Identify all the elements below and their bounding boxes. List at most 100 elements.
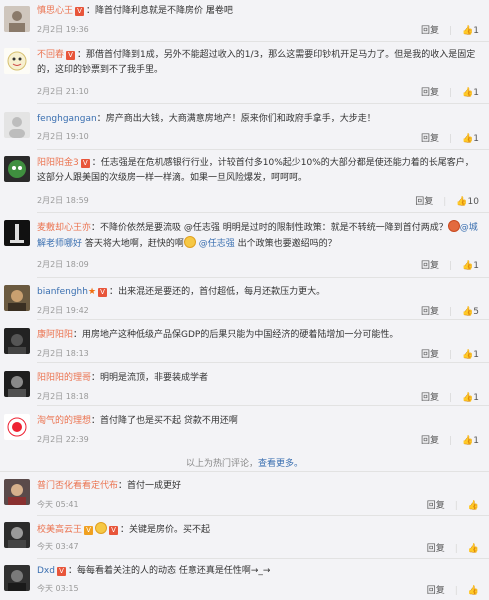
- timestamp: 2月2日 19:10: [37, 132, 89, 141]
- like-button[interactable]: 👍: [468, 544, 479, 554]
- timestamp: 今天 03:47: [37, 542, 79, 551]
- avatar[interactable]: [4, 479, 30, 505]
- avatar[interactable]: [4, 112, 30, 138]
- comment-item: 阳阳阳的理哥：明明是流顶，非要装成学者 2月2日 18:18 回复 | 👍1: [0, 363, 489, 406]
- like-count: 1: [473, 261, 479, 271]
- like-count: 1: [473, 134, 479, 144]
- divider: [0, 471, 489, 472]
- emoji-icon: [447, 220, 460, 232]
- timestamp: 今天 03:15: [37, 584, 79, 593]
- avatar[interactable]: [4, 285, 30, 311]
- avatar[interactable]: [4, 220, 30, 246]
- action-divider: |: [449, 436, 453, 446]
- comment-item: Dxd V ：每每看着关注的人的动态 任意还真是任性啊→_→ 今天 03:15 回复…: [0, 559, 489, 600]
- username[interactable]: 淘气的的理想: [37, 416, 91, 426]
- comment-line: Dxd V ：每每看着关注的人的动态 任意还真是任性啊→_→: [37, 566, 271, 576]
- username[interactable]: 慎思心王: [37, 6, 73, 16]
- comment-item: fenghgangan：房产商出大钱，大商满意房地产！原来你们和政府手拿手，大步…: [0, 104, 489, 150]
- username[interactable]: 普门否化看看定代布: [37, 481, 118, 491]
- reply-button[interactable]: 回复: [427, 583, 445, 596]
- like-button[interactable]: 👍: [468, 586, 479, 596]
- avatar[interactable]: [4, 6, 30, 32]
- username[interactable]: bianfenghh: [37, 287, 88, 297]
- like-button[interactable]: 👍: [468, 501, 479, 511]
- emoji-icon: [183, 236, 196, 248]
- comment-item: 阳阳阳金3 V ：任志强是在危机感银行行业，计较首付多10%起少10%的大部分都是使…: [0, 150, 489, 213]
- comment-actions: 回复 | 👍: [427, 583, 479, 596]
- divider: [37, 212, 489, 213]
- timestamp: 2月2日 22:39: [37, 435, 89, 444]
- reply-button[interactable]: 回复: [421, 304, 439, 317]
- username[interactable]: 康阿阳阳: [37, 330, 73, 340]
- reply-button[interactable]: 回复: [427, 541, 445, 554]
- timestamp: 2月2日 18:18: [37, 392, 89, 401]
- like-button[interactable]: 👍5: [462, 307, 479, 317]
- like-button[interactable]: 👍1: [462, 350, 479, 360]
- like-count: 1: [473, 26, 479, 36]
- comment-line: 阳阳阳金3 V ：任志强是在危机感银行行业，计较首付多10%起少10%的大部分都是使…: [37, 158, 474, 183]
- timestamp: 2月2日 18:13: [37, 349, 89, 358]
- vip-badge-icon: V: [56, 567, 66, 576]
- like-button[interactable]: 👍10: [456, 197, 479, 207]
- comment-text: 房产商出大钱，大商满意房地产！原来你们和政府手拿手，大步走！: [105, 114, 376, 124]
- comment-text: 不降价依然是要流吸 @任志强 明明是过时的限制性政策：就是不转统一降到首付两成？: [100, 223, 448, 233]
- username[interactable]: 校美高云王: [37, 525, 82, 535]
- notice-text: 以上为热门评论，: [185, 459, 258, 469]
- reply-button[interactable]: 回复: [421, 390, 439, 403]
- comment-actions: 回复 | 👍: [427, 541, 479, 554]
- comment-line: 慎思心王 V ：降首付降利息就是不降房价 屠卷吧: [37, 6, 233, 16]
- reply-button[interactable]: 回复: [421, 23, 439, 36]
- vip-badge-icon: V: [84, 526, 94, 535]
- username[interactable]: 阳阳阳的理哥: [37, 373, 91, 383]
- action-divider: |: [449, 88, 453, 98]
- avatar[interactable]: [4, 328, 30, 354]
- comment-actions: 回复 | 👍1: [421, 131, 479, 144]
- comment-actions: 回复 | 👍: [427, 498, 479, 511]
- like-button[interactable]: 👍1: [462, 134, 479, 144]
- username[interactable]: 麦敷却心王亦: [37, 223, 91, 233]
- comment-text: 每每看着关注的人的动态 任意还真是任性啊→_→: [77, 566, 271, 576]
- thumbs-up-icon: 👍: [462, 88, 474, 98]
- avatar[interactable]: [4, 371, 30, 397]
- reply-button[interactable]: 回复: [427, 498, 445, 511]
- vip-badge-icon: V: [66, 51, 76, 60]
- action-divider: |: [449, 350, 453, 360]
- like-count: 1: [473, 350, 479, 360]
- like-button[interactable]: 👍1: [462, 26, 479, 36]
- reply-button[interactable]: 回复: [421, 258, 439, 271]
- reply-button[interactable]: 回复: [421, 85, 439, 98]
- like-button[interactable]: 👍1: [462, 261, 479, 271]
- like-count: 5: [473, 307, 479, 317]
- username[interactable]: Dxd: [37, 566, 55, 576]
- avatar[interactable]: [4, 414, 30, 440]
- thumbs-up-icon: 👍: [462, 134, 474, 144]
- thumbs-up-icon: 👍: [467, 586, 479, 596]
- comment-item: 麦敷却心王亦：不降价依然是要流吸 @任志强 明明是过时的限制性政策：就是不转统一…: [0, 214, 489, 278]
- username[interactable]: fenghgangan: [37, 114, 97, 124]
- thumbs-up-icon: 👍: [462, 261, 474, 271]
- username[interactable]: 阳阳阳金3: [37, 158, 79, 168]
- like-button[interactable]: 👍1: [462, 436, 479, 446]
- comment-item: 不回春 V ：那借首付降到1成，另外不能超过收入的1/3，那么这需要印钞机开足马力了…: [0, 42, 489, 104]
- avatar[interactable]: [4, 565, 30, 591]
- thumbs-up-icon: 👍: [467, 501, 479, 511]
- reply-button[interactable]: 回复: [415, 194, 433, 207]
- view-more-link[interactable]: 查看更多。: [258, 459, 303, 469]
- reply-button[interactable]: 回复: [421, 433, 439, 446]
- avatar[interactable]: [4, 522, 30, 548]
- comment-item: 淘气的的理想：首付降了也是买不起 贷款不用还啊 2月2日 22:39 回复 | 👍1: [0, 406, 489, 450]
- like-count: 1: [473, 393, 479, 403]
- avatar[interactable]: [4, 48, 30, 74]
- like-button[interactable]: 👍1: [462, 393, 479, 403]
- mention-link[interactable]: @任志强: [199, 239, 235, 249]
- avatar[interactable]: [4, 156, 30, 182]
- timestamp: 2月2日 18:59: [37, 196, 89, 205]
- thumbs-up-icon: 👍: [462, 26, 474, 36]
- comment-text: 降首付降利息就是不降房价 屠卷吧: [95, 6, 233, 16]
- reply-button[interactable]: 回复: [421, 131, 439, 144]
- comment-line: 不回春 V ：那借首付降到1成，另外不能超过收入的1/3，那么这需要印钞机开足马力了…: [37, 50, 476, 75]
- reply-button[interactable]: 回复: [421, 347, 439, 360]
- username[interactable]: 不回春: [37, 50, 64, 60]
- timestamp: 今天 05:41: [37, 500, 79, 509]
- like-button[interactable]: 👍1: [462, 88, 479, 98]
